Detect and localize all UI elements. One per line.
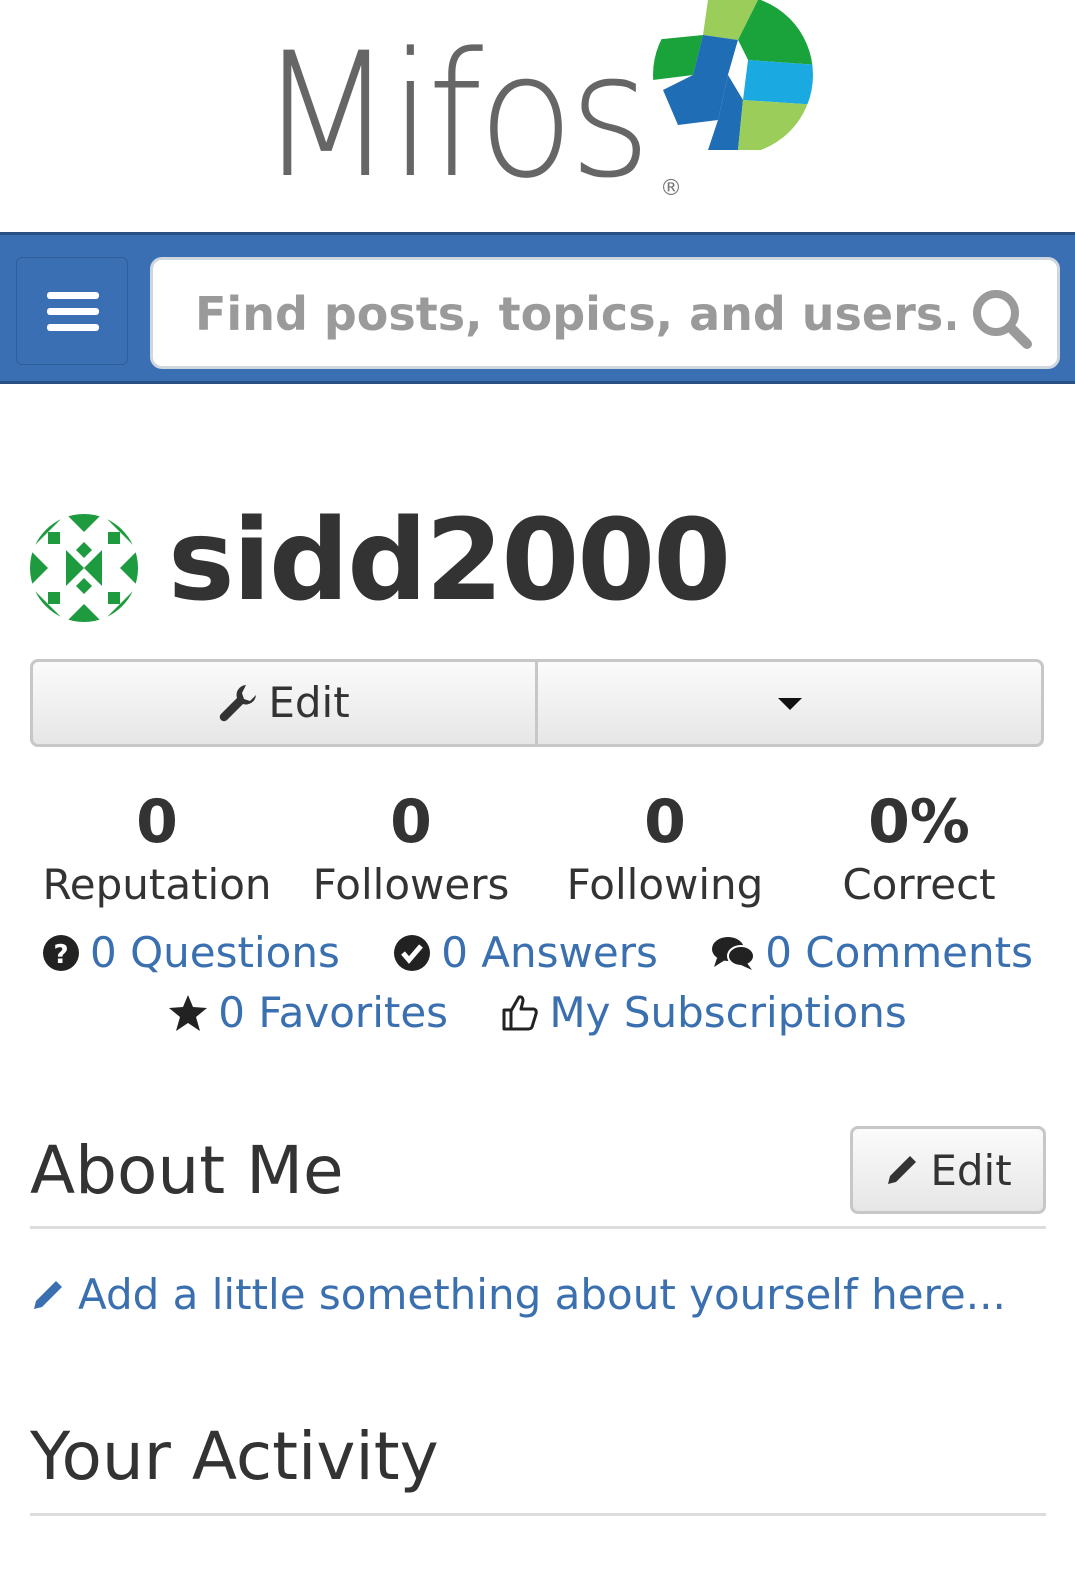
questions-link-label: 0 Questions: [90, 928, 340, 977]
stat-value: 0: [390, 787, 432, 857]
stat-label: Correct: [842, 860, 996, 909]
activity-links-row: ? 0 Questions 0 Answers 0 Comments: [0, 928, 1075, 982]
mifos-logo-text[interactable]: Mifos: [258, 30, 651, 202]
pencil-icon: [34, 1280, 62, 1309]
profile-options-dropdown[interactable]: [538, 662, 1041, 744]
search-input[interactable]: [193, 282, 957, 346]
profile-stats: 0 Reputation 0 Followers 0 Following 0% …: [30, 782, 1044, 912]
wrench-icon: [220, 684, 257, 721]
answers-link-label: 0 Answers: [441, 928, 658, 977]
favorites-link[interactable]: 0 Favorites: [168, 988, 448, 1037]
stat-value: 0%: [868, 787, 970, 857]
top-navbar: [0, 232, 1075, 384]
comments-link[interactable]: 0 Comments: [711, 928, 1033, 977]
section-divider: [30, 1226, 1046, 1229]
section-divider: [30, 1513, 1046, 1516]
answers-link[interactable]: 0 Answers: [393, 928, 658, 977]
subscriptions-link-label: My Subscriptions: [549, 988, 907, 1037]
stat-label: Reputation: [42, 860, 272, 909]
edit-profile-button[interactable]: Edit: [33, 662, 538, 744]
thumbs-up-icon: [502, 994, 539, 1030]
registered-mark: ®: [660, 176, 682, 201]
add-about-link[interactable]: Add a little something about yourself he…: [30, 1270, 1006, 1319]
your-activity-heading: Your Activity: [30, 1418, 439, 1495]
check-circle-icon: [394, 934, 431, 971]
favorites-link-label: 0 Favorites: [218, 988, 449, 1037]
menu-bar-icon: [47, 292, 99, 299]
edit-profile-label: Edit: [268, 678, 350, 727]
stat-following: 0 Following: [538, 782, 792, 908]
caret-down-icon: [778, 698, 802, 710]
search-icon[interactable]: [971, 288, 1033, 350]
question-circle-icon: ?: [43, 934, 80, 971]
user-avatar[interactable]: [30, 514, 138, 622]
edit-about-button[interactable]: Edit: [850, 1126, 1046, 1214]
about-me-heading: About Me: [30, 1132, 344, 1209]
star-icon: [169, 994, 208, 1031]
activity-links-row: 0 Favorites My Subscriptions: [0, 988, 1075, 1042]
stat-reputation: 0 Reputation: [30, 782, 284, 908]
stat-label: Followers: [312, 860, 510, 909]
svg-text:?: ?: [53, 940, 68, 970]
comments-link-label: 0 Comments: [765, 928, 1033, 977]
comments-icon: [712, 936, 756, 970]
search-box: [150, 257, 1060, 369]
edit-about-label: Edit: [930, 1145, 1012, 1195]
mifos-globe-logo-icon[interactable]: [648, 0, 818, 150]
stat-followers: 0 Followers: [284, 782, 538, 908]
menu-bar-icon: [47, 324, 99, 331]
stat-value: 0: [136, 787, 178, 857]
subscriptions-link[interactable]: My Subscriptions: [501, 988, 907, 1037]
site-header: Mifos ®: [0, 0, 1075, 232]
questions-link[interactable]: ? 0 Questions: [42, 928, 340, 977]
profile-username: sidd2000: [168, 496, 731, 626]
stat-label: Following: [566, 860, 764, 909]
stat-correct: 0% Correct: [792, 782, 1046, 908]
profile-action-group: Edit: [30, 659, 1044, 747]
stat-value: 0: [644, 787, 686, 857]
hamburger-menu-button[interactable]: [16, 257, 128, 365]
menu-bar-icon: [47, 308, 99, 315]
pencil-icon: [888, 1156, 917, 1184]
add-about-link-label: Add a little something about yourself he…: [78, 1270, 1006, 1319]
